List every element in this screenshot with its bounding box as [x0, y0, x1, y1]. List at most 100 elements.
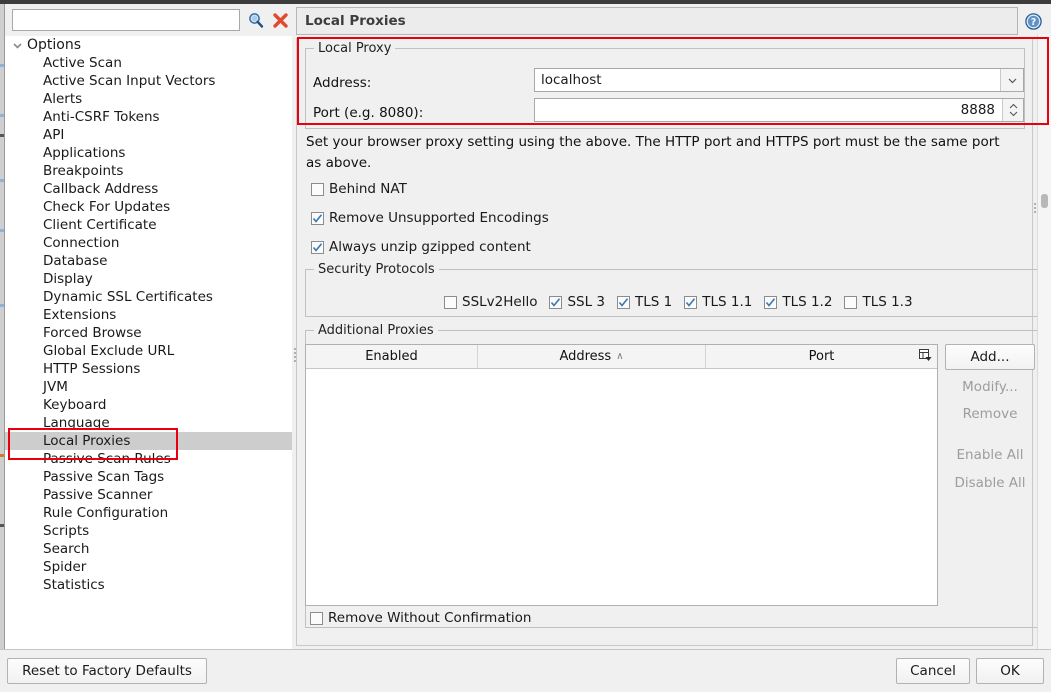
tls11-checkbox-box[interactable]: [684, 296, 697, 309]
table-column-header-enabled[interactable]: Enabled: [306, 345, 478, 368]
sidebar-item-client-certificate[interactable]: Client Certificate: [5, 216, 292, 234]
checkbox-ssl3[interactable]: SSL 3: [549, 294, 605, 310]
behind-nat-checkbox-box[interactable]: [311, 183, 324, 196]
sidebar-item-language[interactable]: Language: [5, 414, 292, 432]
chevron-down-icon[interactable]: [11, 36, 23, 54]
sidebar-item-label: Forced Browse: [43, 325, 142, 341]
table-column-header-address[interactable]: Address∧: [478, 345, 706, 368]
sidebar-item-api[interactable]: API: [5, 126, 292, 144]
enable-all-proxies-label: Enable All: [956, 447, 1023, 463]
ssl3-checkbox-box[interactable]: [549, 296, 562, 309]
tls11-label: TLS 1.1: [702, 294, 752, 310]
sidebar-item-alerts[interactable]: Alerts: [5, 90, 292, 108]
checkbox-tls12[interactable]: TLS 1.2: [764, 294, 832, 310]
always-unzip-gzipped-content-checkbox-box[interactable]: [311, 241, 324, 254]
settings-splitter-handle[interactable]: [1032, 195, 1037, 221]
checkbox-remove-unsupported-encodings[interactable]: Remove Unsupported Encodings: [311, 210, 549, 226]
sidebar-item-breakpoints[interactable]: Breakpoints: [5, 162, 292, 180]
port-value: 8888: [535, 102, 1002, 118]
security-protocols-group-title: Security Protocols: [314, 262, 439, 277]
sidebar-item-database[interactable]: Database: [5, 252, 292, 270]
table-body[interactable]: [306, 369, 937, 606]
table-columns-icon[interactable]: [918, 348, 935, 365]
add-proxy-button[interactable]: Add...: [945, 344, 1035, 370]
clear-x-icon[interactable]: [270, 10, 290, 30]
search-bar: [5, 4, 292, 36]
sidebar-item-connection[interactable]: Connection: [5, 234, 292, 252]
reset-to-factory-defaults-button[interactable]: Reset to Factory Defaults: [7, 658, 207, 684]
tls1-checkbox-box[interactable]: [617, 296, 630, 309]
behind-nat-label: Behind NAT: [329, 181, 407, 197]
enable-all-proxies-button[interactable]: Enable All: [945, 442, 1035, 468]
sidebar-item-passive-scan-rules[interactable]: Passive Scan Rules: [5, 450, 292, 468]
settings-scrollbar[interactable]: [1037, 34, 1051, 649]
tls13-checkbox-box[interactable]: [844, 296, 857, 309]
port-spinner[interactable]: 8888: [534, 98, 1024, 122]
settings-scrollbar-thumb[interactable]: [1041, 194, 1048, 208]
sidebar-item-spider[interactable]: Spider: [5, 558, 292, 576]
sidebar-item-keyboard[interactable]: Keyboard: [5, 396, 292, 414]
checkbox-tls13[interactable]: TLS 1.3: [844, 294, 912, 310]
sidebar-item-applications[interactable]: Applications: [5, 144, 292, 162]
sidebar-item-label: Display: [43, 271, 93, 287]
remove-proxy-button[interactable]: Remove: [945, 401, 1035, 427]
sidebar-item-jvm[interactable]: JVM: [5, 378, 292, 396]
sidebar-item-forced-browse[interactable]: Forced Browse: [5, 324, 292, 342]
spinner-arrows-icon[interactable]: [1002, 99, 1023, 121]
help-question-icon[interactable]: ?: [1025, 13, 1042, 30]
table-column-label: Port: [809, 349, 835, 364]
options-tree[interactable]: OptionsActive ScanActive Scan Input Vect…: [5, 36, 292, 647]
sidebar-item-label: Passive Scan Rules: [43, 451, 171, 467]
tree-root-options[interactable]: Options: [5, 36, 292, 54]
checkbox-tls11[interactable]: TLS 1.1: [684, 294, 752, 310]
address-combo[interactable]: localhost: [534, 68, 1024, 92]
table-header-row: EnabledAddress∧ Port: [306, 345, 937, 369]
disable-all-proxies-button[interactable]: Disable All: [945, 470, 1035, 496]
sslv2hello-checkbox-box[interactable]: [444, 296, 457, 309]
tls12-checkbox-box[interactable]: [764, 296, 777, 309]
sidebar-item-passive-scanner[interactable]: Passive Scanner: [5, 486, 292, 504]
chevron-down-icon[interactable]: [1000, 69, 1023, 91]
sidebar-item-label: Search: [43, 541, 89, 557]
tls12-label: TLS 1.2: [782, 294, 832, 310]
sidebar-item-label: Active Scan Input Vectors: [43, 73, 215, 89]
ok-button[interactable]: OK: [976, 658, 1044, 684]
sidebar-item-label: Anti-CSRF Tokens: [43, 109, 160, 125]
remove-without-confirmation-checkbox-box[interactable]: [310, 612, 323, 625]
checkbox-always-unzip-gzipped-content[interactable]: Always unzip gzipped content: [311, 239, 531, 255]
sidebar-item-active-scan-input-vectors[interactable]: Active Scan Input Vectors: [5, 72, 292, 90]
sidebar-item-callback-address[interactable]: Callback Address: [5, 180, 292, 198]
sidebar-item-passive-scan-tags[interactable]: Passive Scan Tags: [5, 468, 292, 486]
sidebar-item-search[interactable]: Search: [5, 540, 292, 558]
sidebar-item-label: API: [43, 127, 64, 143]
checkbox-sslv2hello[interactable]: SSLv2Hello: [444, 294, 537, 310]
checkbox-tls1[interactable]: TLS 1: [617, 294, 672, 310]
sidebar-item-rule-configuration[interactable]: Rule Configuration: [5, 504, 292, 522]
sidebar-item-check-for-updates[interactable]: Check For Updates: [5, 198, 292, 216]
dialog-footer: Reset to Factory Defaults Cancel OK: [0, 649, 1051, 692]
sidebar-item-global-exclude-url[interactable]: Global Exclude URL: [5, 342, 292, 360]
cancel-button[interactable]: Cancel: [896, 658, 970, 684]
sidebar-item-local-proxies[interactable]: Local Proxies: [5, 432, 292, 450]
search-icon[interactable]: [245, 10, 265, 30]
sidebar-item-label: Rule Configuration: [43, 505, 168, 521]
sidebar-item-scripts[interactable]: Scripts: [5, 522, 292, 540]
sidebar-item-extensions[interactable]: Extensions: [5, 306, 292, 324]
checkbox-remove-without-confirmation[interactable]: Remove Without Confirmation: [310, 610, 531, 626]
modify-proxy-button[interactable]: Modify...: [945, 374, 1035, 400]
local-proxy-group-title: Local Proxy: [314, 41, 395, 56]
table-column-header-port[interactable]: Port: [706, 345, 937, 368]
sslv2hello-label: SSLv2Hello: [462, 294, 537, 310]
search-input[interactable]: [12, 9, 240, 31]
sidebar-item-display[interactable]: Display: [5, 270, 292, 288]
proxy-description: Set your browser proxy setting using the…: [306, 132, 1016, 174]
sidebar-item-active-scan[interactable]: Active Scan: [5, 54, 292, 72]
sidebar-item-dynamic-ssl-certificates[interactable]: Dynamic SSL Certificates: [5, 288, 292, 306]
sidebar-item-anti-csrf-tokens[interactable]: Anti-CSRF Tokens: [5, 108, 292, 126]
sidebar-item-statistics[interactable]: Statistics: [5, 576, 292, 594]
checkbox-behind-nat[interactable]: Behind NAT: [311, 181, 407, 197]
remove-unsupported-encodings-checkbox-box[interactable]: [311, 212, 324, 225]
sidebar-item-http-sessions[interactable]: HTTP Sessions: [5, 360, 292, 378]
additional-proxies-table[interactable]: EnabledAddress∧ Port: [305, 344, 938, 606]
svg-text:?: ?: [1031, 17, 1037, 28]
